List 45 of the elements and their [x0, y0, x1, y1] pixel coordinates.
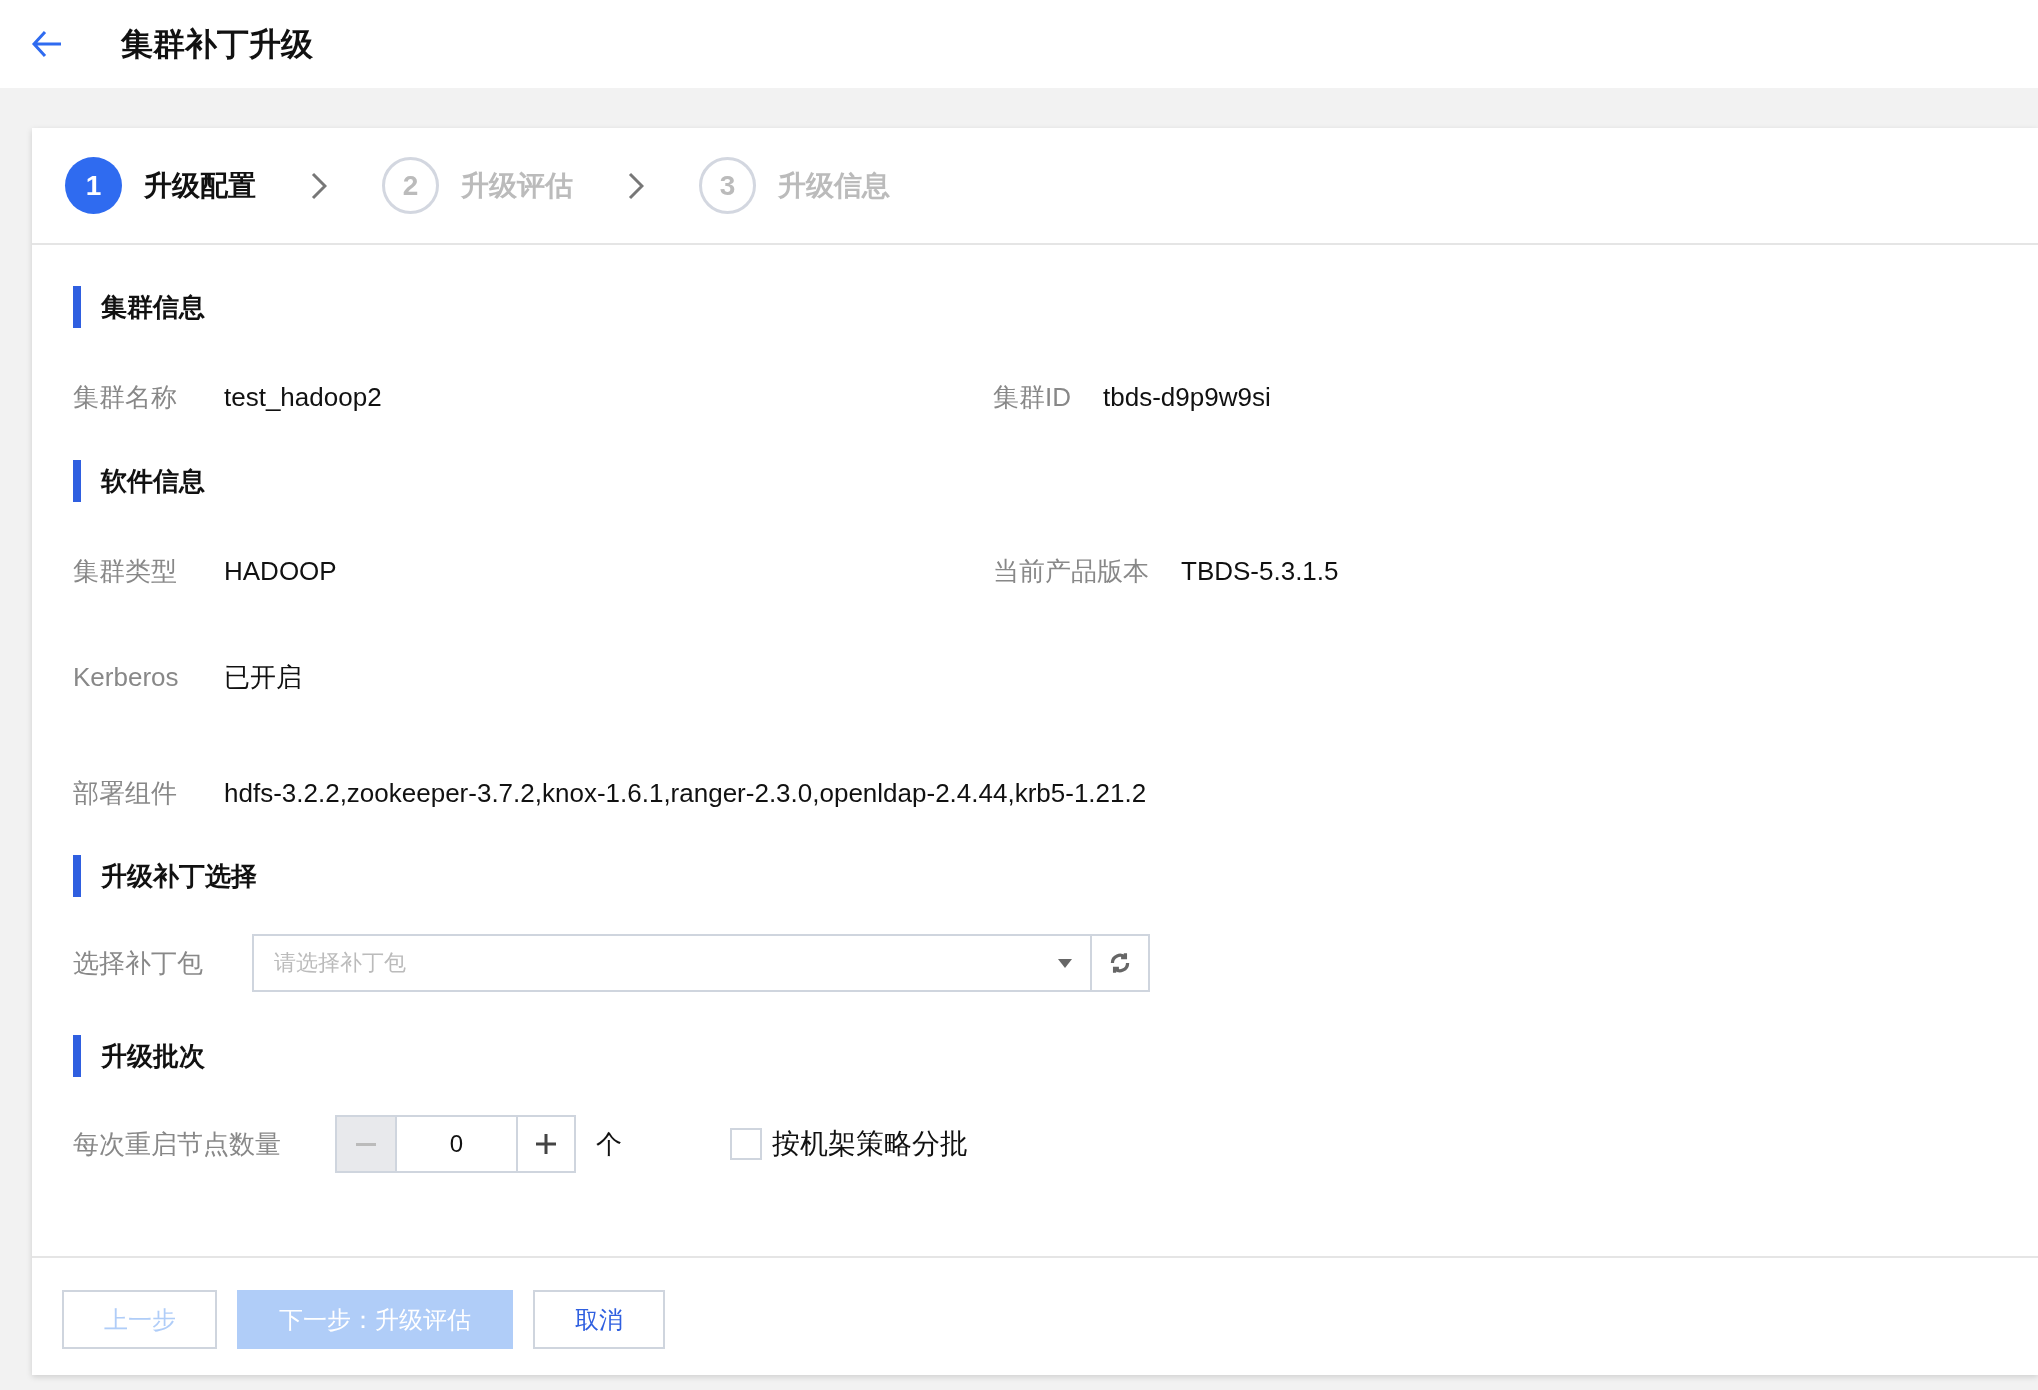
- page-title: 集群补丁升级: [121, 25, 313, 64]
- refresh-button[interactable]: [1092, 934, 1150, 992]
- footer-button[interactable]: 取消: [533, 1290, 665, 1349]
- field-label: 集群ID: [993, 380, 1071, 414]
- unit-label: 个: [596, 1127, 622, 1161]
- field-value: tbds-d9p9w9si: [1103, 380, 1271, 414]
- field-label: 集群类型: [73, 554, 178, 588]
- minus-icon: [356, 1142, 376, 1146]
- field-value: test_hadoop2: [224, 380, 382, 414]
- chevron-right-icon: [628, 171, 644, 200]
- field-value: 已开启: [224, 660, 302, 694]
- step-label: 升级评估: [461, 168, 573, 203]
- section-title: 软件信息: [101, 464, 205, 498]
- field-label: 集群名称: [73, 380, 178, 414]
- section-title: 集群信息: [101, 290, 205, 324]
- section-marker: [73, 460, 81, 502]
- step-number: 1: [65, 157, 122, 214]
- plus-icon: [535, 1133, 557, 1155]
- section-title: 升级补丁选择: [101, 859, 257, 893]
- step-number: 3: [699, 157, 756, 214]
- field-label: 每次重启节点数量: [73, 1127, 282, 1161]
- field-value: TBDS-5.3.1.5: [1181, 554, 1339, 588]
- step-label: 升级配置: [144, 168, 256, 203]
- step-tab[interactable]: 2 升级评估: [382, 157, 573, 214]
- section-marker: [73, 1035, 81, 1077]
- patch-select-field[interactable]: 请选择补丁包: [252, 934, 1092, 992]
- field-value: hdfs-3.2.2,zookeeper-3.7.2,knox-1.6.1,ranger-2.3.0,openldap-2.4.44,krb5-1.21.2: [224, 776, 1147, 810]
- section-marker: [73, 286, 81, 328]
- count-input[interactable]: 0: [397, 1115, 516, 1173]
- field-label: Kerberos: [73, 660, 180, 694]
- field-label: 部署组件: [73, 776, 178, 810]
- field-value: HADOOP: [224, 554, 337, 588]
- step-label: 升级信息: [778, 168, 890, 203]
- field-label: 选择补丁包: [73, 946, 204, 980]
- step-tab[interactable]: 1 升级配置: [65, 157, 256, 214]
- chevron-right-icon: [311, 171, 327, 200]
- section-marker: [73, 855, 81, 897]
- rack-checkbox[interactable]: [730, 1128, 762, 1160]
- step-number: 2: [382, 157, 439, 214]
- checkbox-label: 按机架策略分批: [772, 1127, 968, 1161]
- section-title: 升级批次: [101, 1039, 205, 1073]
- step-tab[interactable]: 3 升级信息: [699, 157, 890, 214]
- increment-button[interactable]: [516, 1115, 576, 1173]
- dropdown-caret-icon: [1058, 959, 1072, 968]
- field-label: 当前产品版本: [993, 554, 1149, 588]
